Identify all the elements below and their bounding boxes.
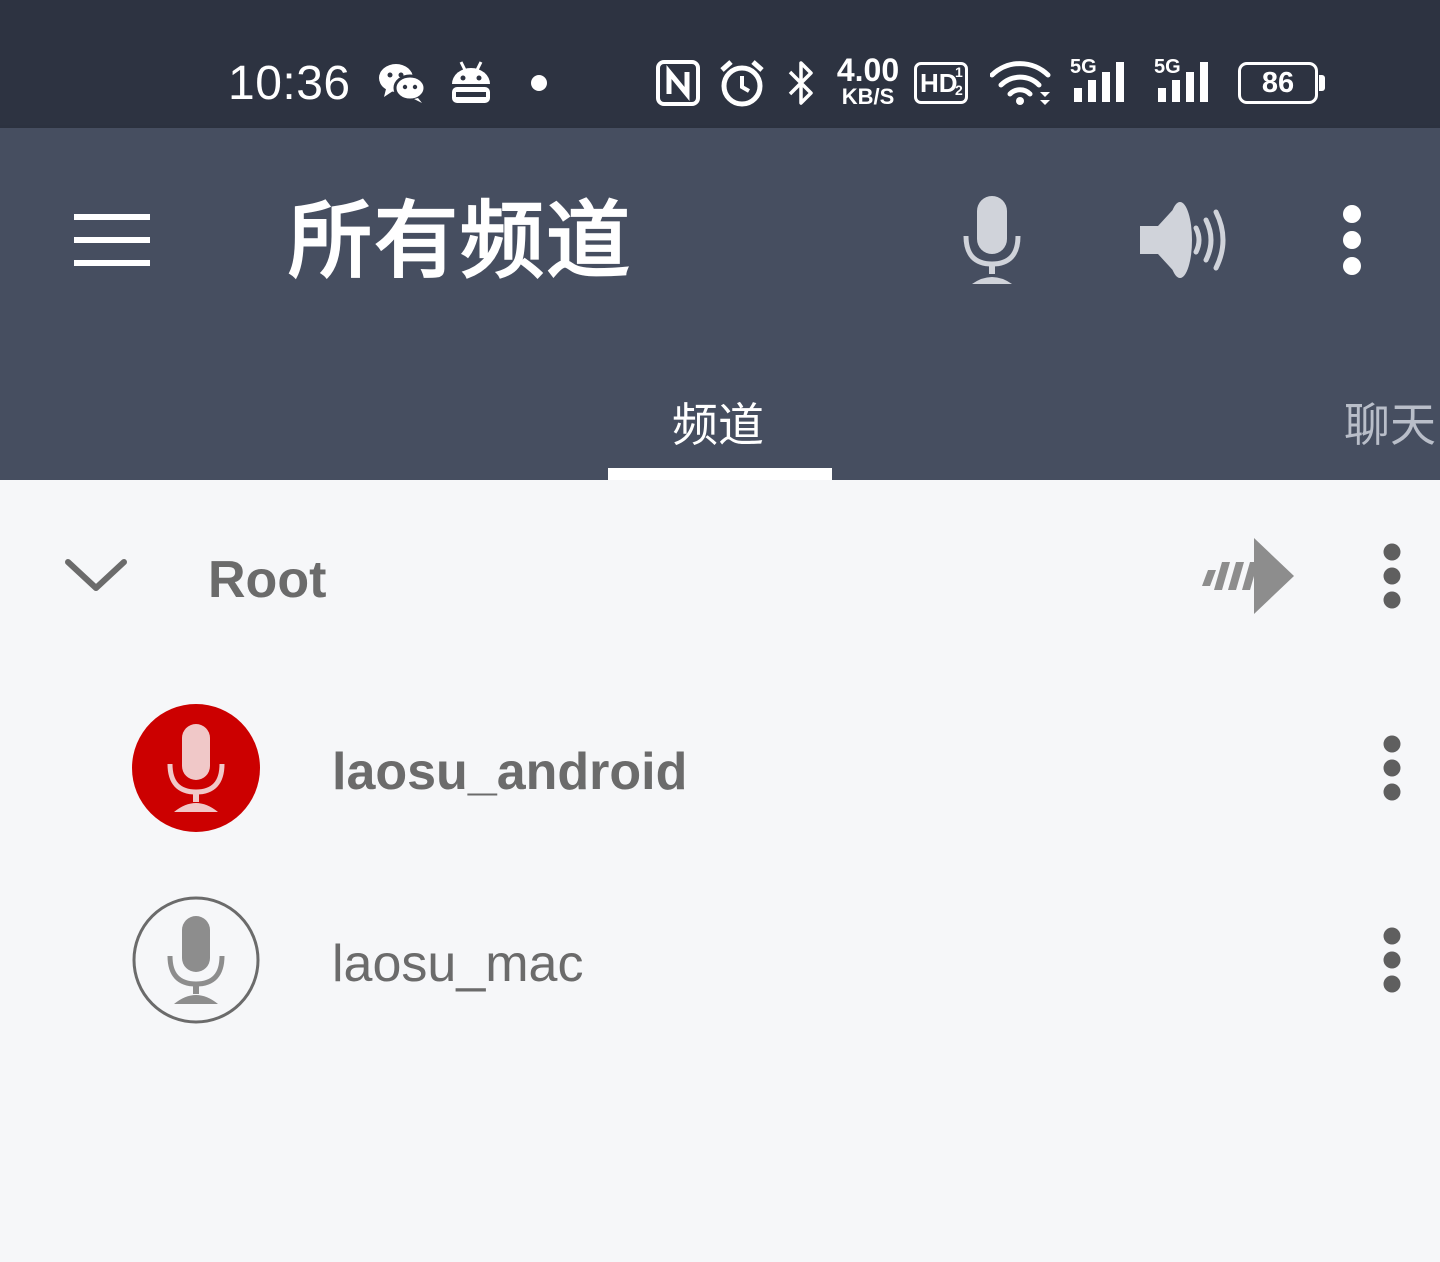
user-name[interactable]: laosu_android [332,744,687,800]
signal-5g-icon: 5G [1154,56,1220,106]
net-speed-value: 4.00 [836,52,900,88]
status-bar: 10:36 4.00 KB/S HD 1 2 5G 5G 86 [0,0,1440,128]
signal-5g-icon: 5G [1070,56,1136,106]
idle-microphone-icon [132,896,260,1024]
speaker-icon[interactable] [1136,192,1232,288]
menu-icon[interactable] [72,212,152,268]
channel-more-icon[interactable] [1376,542,1408,610]
nfc-icon [656,60,700,106]
net-speed: 4.00 KB/S [832,54,904,110]
battery-icon: 86 [1238,62,1326,104]
battery-level: 86 [1261,67,1295,99]
join-channel-icon[interactable] [1200,534,1296,618]
more-vert-icon[interactable] [1336,204,1368,276]
hd-sub-1: 1 [955,64,963,80]
hd-sub-2: 2 [955,82,963,98]
page-title: 所有频道 [288,192,633,290]
tab-channels[interactable]: 频道 [672,400,764,450]
wifi-icon [990,61,1051,105]
status-time: 10:36 [228,57,351,110]
tab-chat[interactable]: 聊天 [1344,400,1436,450]
net-speed-unit: KB/S [841,84,895,109]
hd-icon: HD 1 2 [914,62,968,104]
android-bot-icon [452,61,490,103]
user-more-icon[interactable] [1376,734,1408,802]
channel-name[interactable]: Root [208,552,326,608]
chevron-down-icon[interactable] [64,556,128,596]
tab-indicator [608,468,832,480]
bluetooth-icon [788,61,813,105]
user-more-icon[interactable] [1376,926,1408,994]
hd-label: HD [920,68,958,98]
user-name[interactable]: laosu_mac [332,936,583,992]
alarm-icon [720,60,764,107]
microphone-icon[interactable] [960,192,1024,288]
talking-microphone-icon [132,704,260,832]
dot-icon [531,75,547,91]
wechat-icon [379,64,426,103]
